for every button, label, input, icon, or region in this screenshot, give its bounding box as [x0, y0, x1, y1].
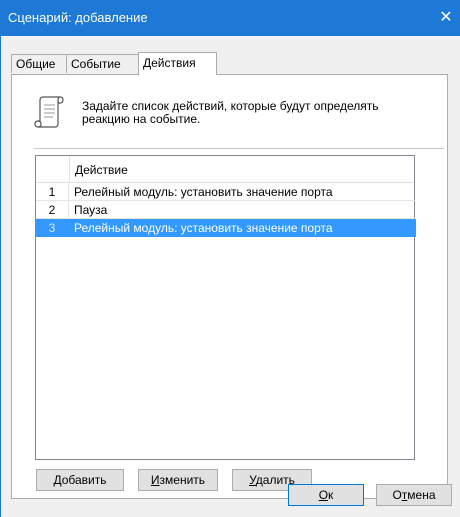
title-bar: Сценарий: добавление ✕ [0, 0, 460, 36]
cancel-button[interactable]: Отмена [376, 484, 452, 506]
ok-button[interactable]: Ок [288, 484, 364, 506]
row-number: 1 [36, 183, 69, 201]
instruction-text: Задайте список действий, которые будут о… [82, 100, 432, 126]
list-row-3-selected[interactable]: 3 Релейный модуль: установить значение п… [36, 219, 416, 237]
row-number: 3 [36, 219, 69, 237]
window-title: Сценарий: добавление [8, 10, 148, 25]
list-header: Действие [36, 156, 414, 183]
actions-list[interactable]: Действие 1 Релейный модуль: установить з… [35, 155, 416, 460]
list-row-1[interactable]: 1 Релейный модуль: установить значение п… [36, 183, 416, 201]
action-column-header[interactable]: Действие [75, 163, 128, 177]
add-button[interactable]: Добавить [36, 469, 124, 491]
row-number: 2 [36, 201, 69, 219]
scroll-icon [34, 96, 64, 128]
list-row-2[interactable]: 2 Пауза [36, 201, 416, 219]
number-column-header[interactable] [36, 156, 70, 182]
row-action-text: Релейный модуль: установить значение пор… [74, 185, 333, 199]
close-icon[interactable]: ✕ [432, 0, 460, 36]
row-action-text: Релейный модуль: установить значение пор… [74, 221, 333, 235]
edit-button[interactable]: Изменить [138, 469, 218, 491]
tab-panel-actions: Задайте список действий, которые будут о… [11, 74, 448, 499]
tab-general[interactable]: Общие [11, 54, 67, 73]
instruction-line-2: реакцию на событие. [82, 112, 201, 126]
row-action-text: Пауза [74, 203, 108, 217]
separator [34, 148, 444, 149]
tab-actions[interactable]: Действия [138, 52, 217, 75]
dialog-body: Общие Событие Действия Задайте список де… [0, 36, 460, 517]
tab-event[interactable]: Событие [66, 54, 139, 73]
